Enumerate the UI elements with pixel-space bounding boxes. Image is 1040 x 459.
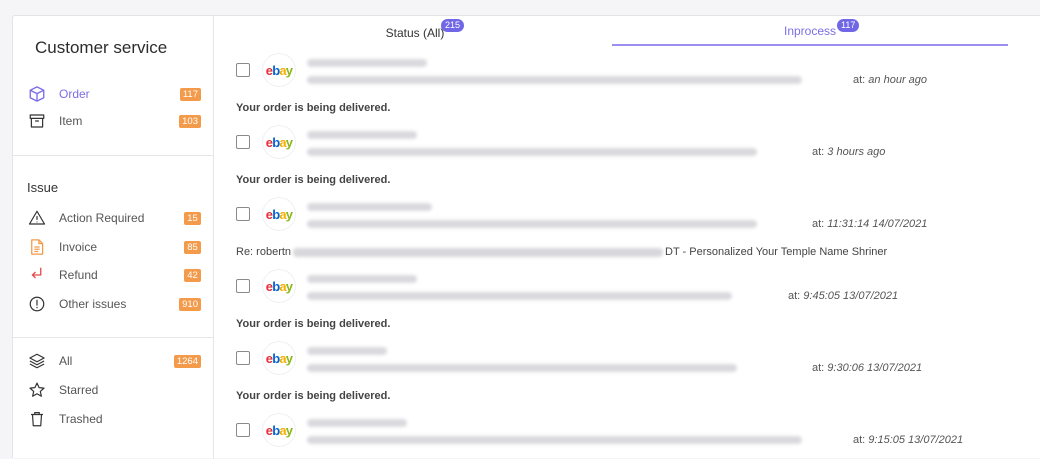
tab-count-badge: 117 xyxy=(837,19,860,32)
sidebar-item-action-required[interactable]: Action Required 15 xyxy=(27,207,201,229)
ebay-logo-icon: ebay xyxy=(263,270,295,302)
message-preview: Your order is being delivered. xyxy=(236,102,391,114)
tab-count-badge: 215 xyxy=(441,19,465,32)
sidebar-item-label: Action Required xyxy=(59,211,145,225)
invoice-document-icon xyxy=(27,237,47,257)
sidebar-item-label: Starred xyxy=(59,383,99,397)
redacted-sender xyxy=(307,59,427,67)
alert-circle-icon xyxy=(27,294,47,314)
message-preview: Re: robertn DT - Personalized Your Temple… xyxy=(236,246,888,258)
message-preview: Your order is being delivered. xyxy=(236,390,391,402)
count-badge: 103 xyxy=(179,114,201,128)
message-time: at: 11:31:14 14/07/2021 xyxy=(812,218,928,230)
count-badge: 910 xyxy=(179,297,201,311)
redacted-sender xyxy=(307,131,417,139)
redacted-subject xyxy=(307,148,757,156)
sidebar-item-starred[interactable]: Starred xyxy=(27,379,201,401)
message-preview: Your order is being delivered. xyxy=(236,174,391,186)
count-badge: 1264 xyxy=(173,354,201,368)
message-checkbox[interactable] xyxy=(236,63,250,77)
sidebar-item-trashed[interactable]: Trashed xyxy=(27,408,201,430)
redacted-subject xyxy=(307,436,802,444)
redacted-sender xyxy=(307,347,387,355)
ebay-logo-icon: ebay xyxy=(263,342,295,374)
redacted-sender xyxy=(307,203,432,211)
sidebar-item-refund[interactable]: Refund 42 xyxy=(27,264,201,286)
redacted-text xyxy=(293,247,664,257)
star-icon xyxy=(27,380,47,400)
sidebar-divider xyxy=(13,155,213,156)
message-time: at: 9:15:05 13/07/2021 xyxy=(853,434,964,446)
sidebar-item-label: Other issues xyxy=(59,297,127,311)
tab-label: Inprocess xyxy=(783,24,837,38)
sidebar-item-invoice[interactable]: Invoice 85 xyxy=(27,236,201,258)
redacted-subject xyxy=(307,76,802,84)
sidebar-item-item[interactable]: Item 103 xyxy=(27,110,201,132)
sidebar-item-order[interactable]: Order 117 xyxy=(27,83,201,105)
archive-box-icon xyxy=(27,111,47,131)
ebay-logo-icon: ebay xyxy=(263,126,295,158)
count-badge: 85 xyxy=(184,240,201,254)
layers-icon xyxy=(27,351,47,371)
status-tabs: Status (All) 215 Inprocess 117 xyxy=(215,16,1040,49)
redacted-sender xyxy=(307,275,417,283)
message-time: at: 3 hours ago xyxy=(812,146,886,158)
message-time: at: 9:30:06 13/07/2021 xyxy=(812,362,923,374)
count-badge: 15 xyxy=(184,211,201,225)
sidebar-title: Customer service xyxy=(35,38,168,57)
redacted-subject xyxy=(307,220,757,228)
redacted-subject xyxy=(307,364,737,372)
sidebar-item-other-issues[interactable]: Other issues 910 xyxy=(27,293,201,315)
sidebar-item-label: Item xyxy=(59,114,83,128)
message-preview: Your order is being delivered. xyxy=(236,318,391,330)
sidebar-heading-issue: Issue xyxy=(27,180,59,195)
tab-status-all[interactable]: Status (All) 215 xyxy=(270,16,560,49)
package-icon xyxy=(27,84,47,104)
customer-service-app: Customer service Order 117 Item 103 Issu… xyxy=(12,15,1040,459)
message-checkbox[interactable] xyxy=(236,423,250,437)
sidebar-divider xyxy=(13,337,213,338)
ebay-logo-icon: ebay xyxy=(263,198,295,230)
sidebar-item-label: Invoice xyxy=(59,240,98,254)
redacted-subject xyxy=(307,292,732,300)
redacted-sender xyxy=(307,419,407,427)
message-time: at: an hour ago xyxy=(853,74,928,86)
ebay-logo-icon: ebay xyxy=(263,54,295,86)
return-arrow-icon xyxy=(27,265,47,285)
message-time: at: 9:45:05 13/07/2021 xyxy=(788,290,899,302)
sidebar-item-label: All xyxy=(59,354,73,368)
message-checkbox[interactable] xyxy=(236,279,250,293)
sidebar: Customer service Order 117 Item 103 Issu… xyxy=(13,16,214,459)
sidebar-item-label: Trashed xyxy=(59,412,103,426)
message-checkbox[interactable] xyxy=(236,135,250,149)
message-list-panel: Status (All) 215 Inprocess 117 ebay at: … xyxy=(215,16,1040,459)
sidebar-item-label: Order xyxy=(59,87,90,101)
tab-label: Status (All) xyxy=(385,26,445,40)
ebay-logo-icon: ebay xyxy=(263,414,295,446)
message-checkbox[interactable] xyxy=(236,351,250,365)
message-checkbox[interactable] xyxy=(236,207,250,221)
count-badge: 42 xyxy=(184,268,201,282)
tab-inprocess[interactable]: Inprocess 117 xyxy=(612,16,1008,49)
sidebar-item-label: Refund xyxy=(59,268,98,282)
warning-triangle-icon xyxy=(27,208,47,228)
sidebar-item-all[interactable]: All 1264 xyxy=(27,350,201,372)
trash-icon xyxy=(27,409,47,429)
count-badge: 117 xyxy=(179,87,201,101)
